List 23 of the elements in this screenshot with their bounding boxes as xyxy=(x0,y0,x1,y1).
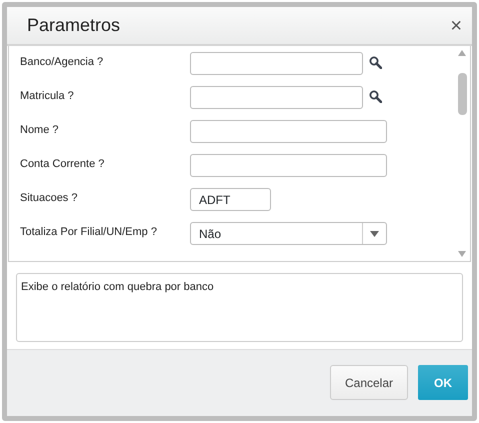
field-label: Nome ? xyxy=(20,123,60,138)
scroll-down-icon[interactable] xyxy=(458,251,466,257)
input-field[interactable] xyxy=(190,154,387,177)
scroll-up-icon[interactable] xyxy=(458,50,466,56)
field-label: Totaliza Por Filial/UN/Emp ? xyxy=(20,225,158,240)
close-button[interactable]: × xyxy=(450,16,462,36)
field-label: Situacoes ? xyxy=(20,191,78,206)
scroll-thumb[interactable] xyxy=(458,72,466,114)
dialog-title: Parametros xyxy=(27,14,120,37)
select-field[interactable]: Não xyxy=(190,222,387,245)
input-field[interactable] xyxy=(190,86,363,109)
search-icon[interactable] xyxy=(369,56,382,69)
field-label: Conta Corrente ? xyxy=(20,157,106,172)
field-label: Banco/Agencia ? xyxy=(20,55,104,70)
field-label: Matricula ? xyxy=(20,89,75,104)
input-field[interactable] xyxy=(190,120,387,143)
cancel-button[interactable]: Cancelar xyxy=(330,365,408,400)
select-value: Não xyxy=(198,226,222,242)
dropdown-icon[interactable] xyxy=(370,230,379,236)
search-icon[interactable] xyxy=(369,90,382,103)
input-field[interactable] xyxy=(190,52,363,75)
description-box: Exibe o relatório com quebra por banco xyxy=(16,273,463,342)
input-field[interactable]: ADFT xyxy=(190,188,271,211)
